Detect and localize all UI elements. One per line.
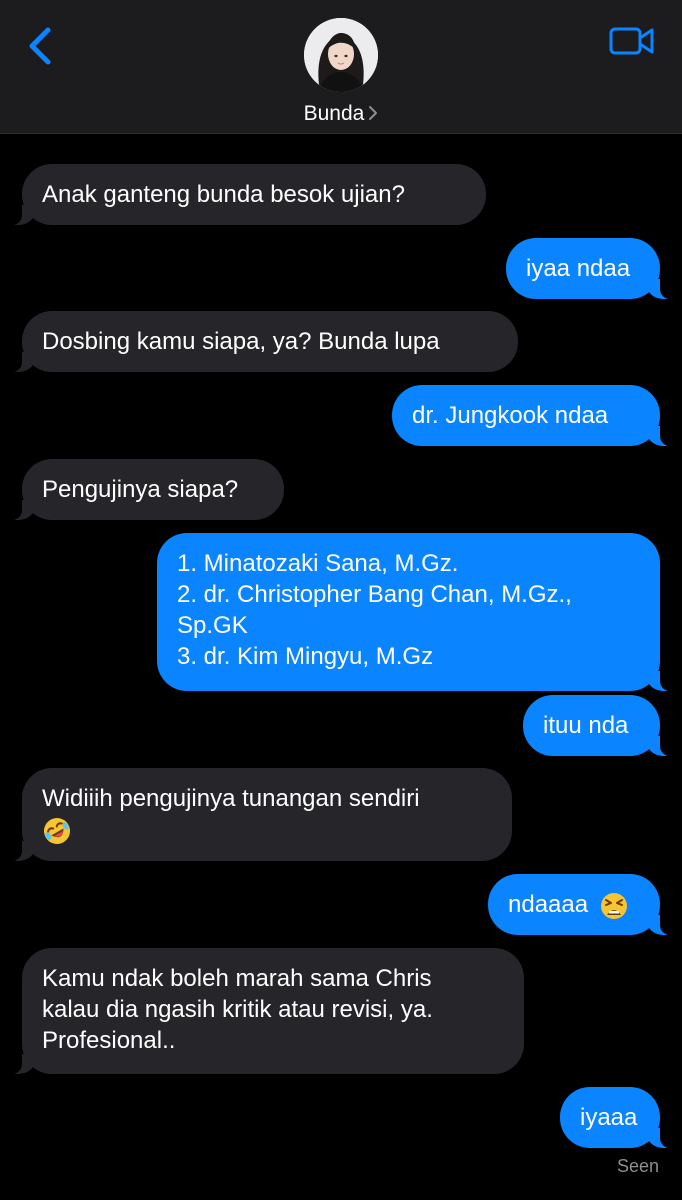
message-text: iyaaa [580,1104,638,1131]
message-bubble-incoming[interactable]: Anak ganteng bunda besok ujian? [11,164,486,225]
chevron-right-icon [369,105,378,120]
message-text: iyaa ndaa [526,255,631,282]
message-text: dr. Jungkook ndaa [412,402,609,429]
contact-name: Bunda [303,102,365,125]
contact-name-button[interactable]: Bunda [0,101,682,127]
video-call-button[interactable] [608,24,656,58]
message-text-line: Profesional.. [42,1027,176,1054]
message-text: Anak ganteng bunda besok ujian? [42,181,405,208]
message-bubble-outgoing[interactable]: ndaaaa [488,874,671,935]
message-bubble-incoming[interactable]: Dosbing kamu siapa, ya? Bunda lupa [11,311,518,372]
tired-face-emoji [600,892,627,919]
message-bubble-incoming[interactable]: Widiiih pengujinya tunangan sendiri [11,768,512,861]
contact-avatar[interactable] [304,18,378,92]
message-bubble-outgoing[interactable]: iyaa ndaa [506,238,671,299]
message-text: Widiiih pengujinya tunangan sendiri [42,785,420,812]
rolling-on-floor-laughing-emoji [44,817,70,844]
message-bubble-incoming[interactable]: Pengujinya siapa? [11,459,284,520]
message-text-line: kalau dia ngasih kritik atau revisi, ya. [42,996,433,1023]
read-receipt: Seen [616,1156,659,1176]
video-camera-icon [609,27,654,55]
message-bubble-outgoing[interactable]: iyaaa [560,1087,671,1148]
message-text: Pengujinya siapa? [42,476,239,503]
avatar-photo [304,18,378,92]
back-button[interactable] [22,24,62,68]
message-bubble-outgoing[interactable]: dr. Jungkook ndaa [392,385,671,446]
message-text-line: 2. dr. Christopher Bang Chan, M.Gz., [177,581,572,608]
message-text: ituu nda [543,712,629,739]
message-text: ndaaaa [508,891,589,918]
message-text-line: Kamu ndak boleh marah sama Chris [42,965,432,992]
message-text-line: 3. dr. Kim Mingyu, M.Gz [177,643,434,670]
message-bubble-incoming[interactable]: Kamu ndak boleh marah sama Chris kalau d… [11,948,524,1074]
message-text-line: Sp.GK [177,612,248,639]
chevron-left-icon [29,27,51,65]
message-bubble-outgoing[interactable]: 1. Minatozaki Sana, M.Gz. 2. dr. Christo… [157,533,671,691]
message-text-line: 1. Minatozaki Sana, M.Gz. [177,550,459,577]
message-bubble-outgoing[interactable]: ituu nda [523,695,671,756]
message-text: Dosbing kamu siapa, ya? Bunda lupa [42,328,440,355]
conversation-header: Bunda [0,0,682,134]
